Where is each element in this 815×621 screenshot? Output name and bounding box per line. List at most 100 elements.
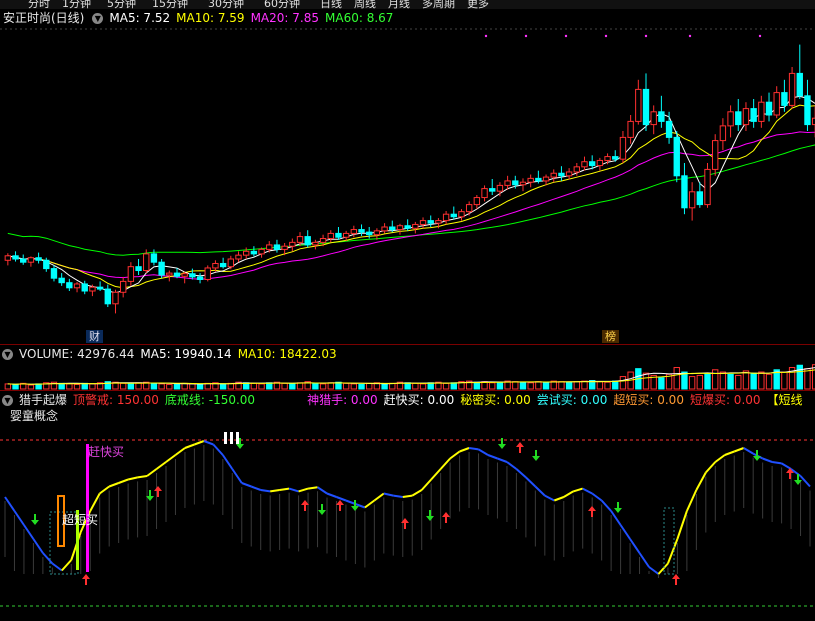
period-tab-4[interactable]: 30分钟 bbox=[208, 0, 244, 9]
candle-body bbox=[389, 226, 396, 231]
signal-dot bbox=[564, 34, 568, 38]
candle-body bbox=[688, 191, 696, 209]
candle-body bbox=[619, 136, 627, 160]
candle-body bbox=[43, 259, 50, 270]
candle-body bbox=[604, 156, 611, 161]
candle-body bbox=[204, 267, 211, 280]
candle-body bbox=[20, 258, 27, 263]
volume-bar bbox=[127, 383, 135, 390]
buy-arrow bbox=[154, 486, 162, 497]
vol-ma5-readout: MA5: 19940.14 bbox=[140, 347, 232, 361]
volume-bar bbox=[673, 367, 680, 390]
candle-body bbox=[173, 272, 181, 277]
period-tab-7[interactable]: 周线 bbox=[354, 0, 376, 9]
quick-buy-readout: 赶快买: 0.00 bbox=[383, 393, 455, 407]
candle-body bbox=[273, 244, 281, 250]
super-short-label: 超短买 bbox=[62, 512, 98, 527]
period-tab-3[interactable]: 15分钟 bbox=[152, 0, 188, 9]
volume-bar bbox=[58, 382, 65, 390]
volume-bar bbox=[150, 382, 158, 390]
candle-body bbox=[588, 161, 596, 167]
candle-body bbox=[658, 111, 665, 122]
candle-body bbox=[635, 88, 642, 122]
candle-body bbox=[181, 273, 188, 277]
indicator-curve bbox=[771, 461, 782, 465]
candlestick-chart[interactable] bbox=[0, 27, 815, 343]
indicator-curve bbox=[743, 447, 754, 455]
indicator-curve bbox=[685, 489, 698, 512]
volume-bar bbox=[12, 383, 19, 390]
volume-chart[interactable] bbox=[0, 362, 815, 390]
indicator-curve bbox=[610, 510, 622, 526]
candle-body bbox=[296, 236, 304, 243]
period-tab-5[interactable]: 60分钟 bbox=[264, 0, 300, 9]
volume-readout: VOLUME: 42976.44 bbox=[19, 347, 135, 361]
buy-arrow-shape bbox=[154, 486, 162, 497]
indicator-curve bbox=[260, 489, 271, 493]
peak-stripe bbox=[230, 432, 233, 444]
volume-bar bbox=[189, 383, 196, 390]
candle-body bbox=[458, 211, 465, 218]
sell-arrow bbox=[753, 450, 761, 461]
candle-body bbox=[189, 273, 196, 278]
volume-bar bbox=[219, 383, 227, 390]
hunter-readout: 神猎手: 0.00 bbox=[307, 393, 378, 407]
indicator-curve bbox=[89, 493, 101, 512]
candle-body bbox=[704, 168, 711, 206]
signal-dot bbox=[524, 34, 528, 38]
period-tab-6[interactable]: 日线 bbox=[320, 0, 342, 9]
buy-arrow bbox=[588, 506, 596, 517]
volume-bar bbox=[742, 370, 750, 390]
sell-arrow-shape bbox=[318, 504, 326, 515]
volume-bar bbox=[535, 381, 542, 390]
indicator-curve bbox=[316, 486, 328, 495]
dropdown-icon[interactable]: ▼ bbox=[2, 349, 13, 360]
period-tab-0[interactable]: 分时 bbox=[28, 0, 50, 9]
sell-arrow-shape bbox=[753, 450, 761, 461]
period-tab-1[interactable]: 1分钟 bbox=[62, 0, 91, 9]
period-tab-10[interactable]: 更多 bbox=[467, 0, 489, 9]
candle-body bbox=[73, 283, 81, 289]
candle-body bbox=[596, 159, 604, 167]
candle-body bbox=[319, 238, 327, 243]
indicator-curve bbox=[676, 510, 688, 540]
candle-body bbox=[412, 223, 419, 229]
volume-bar bbox=[735, 374, 742, 390]
indicator-curve bbox=[534, 485, 546, 497]
candle-body bbox=[143, 253, 150, 272]
dropdown-icon[interactable]: ▼ bbox=[92, 13, 104, 24]
candle-body bbox=[565, 171, 573, 177]
candle-body bbox=[219, 262, 227, 268]
volume-bar bbox=[358, 383, 365, 390]
buy-arrow bbox=[401, 518, 409, 529]
candle-body bbox=[489, 188, 496, 192]
cai-marker[interactable]: 财 bbox=[86, 330, 103, 343]
indicator-chart[interactable]: 赶快买超短买 bbox=[0, 424, 815, 621]
indicator-curve bbox=[420, 478, 432, 491]
volume-bar bbox=[573, 381, 580, 390]
candle-body bbox=[796, 72, 803, 97]
ma5-readout: MA5: 7.52 bbox=[109, 11, 171, 25]
indicator-curve bbox=[345, 499, 356, 505]
indicator-curve bbox=[629, 538, 641, 554]
period-tab-9[interactable]: 多周期 bbox=[422, 0, 455, 9]
bang-marker[interactable]: 榜 bbox=[602, 330, 619, 343]
candle-body bbox=[373, 230, 381, 236]
short-line-readout: 【短线 bbox=[766, 393, 803, 407]
candle-body bbox=[4, 255, 12, 261]
concept-label: 婴童概念 bbox=[10, 409, 59, 423]
indicator-curve bbox=[174, 447, 186, 456]
indicator-curve bbox=[23, 524, 35, 540]
stock-title: 安正时尚(日线) bbox=[3, 11, 85, 25]
period-tab-8[interactable]: 月线 bbox=[388, 0, 410, 9]
volume-bar bbox=[381, 383, 388, 390]
indicator-curve bbox=[364, 499, 375, 509]
volume-bar bbox=[342, 382, 350, 390]
candle-body bbox=[519, 181, 527, 186]
candle-body bbox=[404, 225, 411, 229]
period-tab-2[interactable]: 5分钟 bbox=[107, 0, 136, 9]
dropdown-icon[interactable]: ▼ bbox=[2, 395, 13, 406]
indicator-curve bbox=[165, 454, 177, 463]
indicator-curve bbox=[288, 487, 299, 493]
buy-arrow-shape bbox=[401, 518, 409, 529]
